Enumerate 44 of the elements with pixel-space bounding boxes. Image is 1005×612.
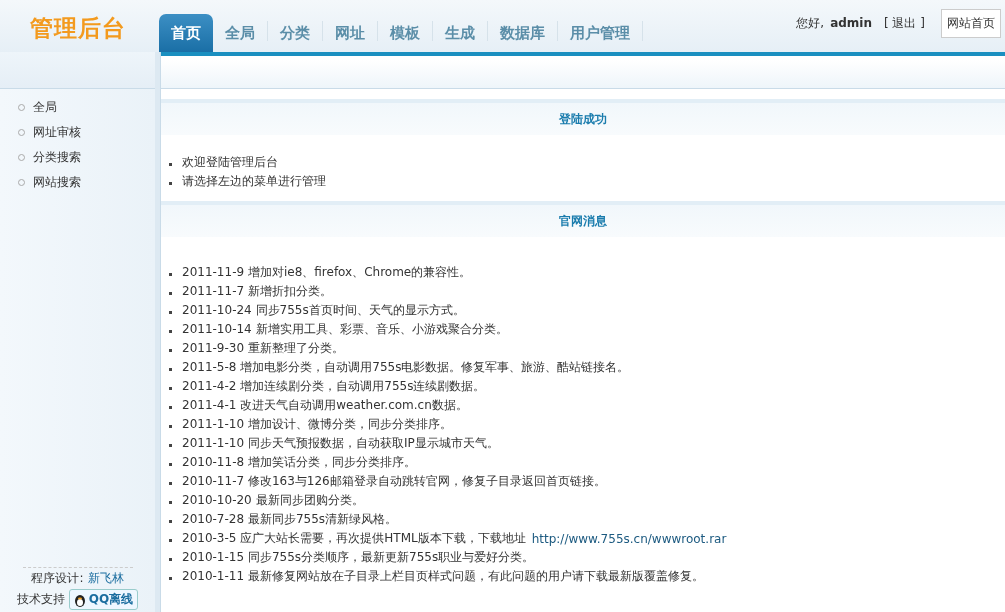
- news-item: 2011-4-1 改进天气自动调用weather.com.cn数据。: [182, 397, 468, 414]
- news-item: 2011-10-14 新增实用工具、彩票、音乐、小游戏聚合分类。: [182, 321, 508, 338]
- download-link[interactable]: http://www.755s.cn/wwwroot.rar: [531, 531, 727, 546]
- nav-tab[interactable]: 全局: [213, 14, 267, 52]
- section-title: 官网消息: [559, 212, 607, 230]
- section-title: 登陆成功: [559, 110, 607, 128]
- credit-link[interactable]: 新飞林: [87, 570, 124, 587]
- news-item: 欢迎登陆管理后台: [182, 154, 278, 171]
- nav-tab[interactable]: 生成: [433, 14, 487, 52]
- nav-tab[interactable]: 网址: [323, 14, 377, 52]
- news-item: 2011-11-7 新增折扣分类。: [182, 283, 332, 300]
- sidebar-item[interactable]: 网站搜索: [18, 174, 155, 190]
- news-item: 2011-4-2 增加连续剧分类，自动调用755s连续剧数据。: [182, 378, 486, 395]
- news-item: 请选择左边的菜单进行管理: [182, 173, 326, 190]
- news-item: 2011-11-9 增加对ie8、firefox、Chrome的兼容性。: [182, 264, 472, 281]
- greeting-text: 您好,: [796, 14, 825, 32]
- news-item: 2011-1-10 同步天气预报数据，自动获取IP显示城市天气。: [182, 435, 499, 452]
- news-item: 2010-3-5 应广大站长需要，再次提供HTML版本下载，下载地址: [182, 530, 526, 547]
- logout-link[interactable]: [ 退出 ]: [884, 14, 925, 32]
- credit-label: 程序设计:: [31, 570, 84, 587]
- news-item: 2011-1-10 增加设计、微博分类，同步分类排序。: [182, 416, 452, 433]
- penguin-icon: [73, 592, 86, 607]
- logo-title: 管理后台: [28, 13, 127, 43]
- nav-tab[interactable]: 用户管理: [558, 14, 642, 52]
- sidebar-item[interactable]: 全局: [18, 99, 155, 115]
- sidebar-item[interactable]: 分类搜索: [18, 149, 155, 165]
- news-item: 2010-7-28 最新同步755s清新绿风格。: [182, 511, 398, 528]
- user-name: admin: [830, 16, 872, 30]
- support-label: 技术支持: [16, 591, 65, 608]
- qq-status-button[interactable]: QQ离线: [68, 589, 139, 610]
- news-item: 2010-11-7 修改163与126邮箱登录自动跳转官网，修复子目录返回首页链接。: [182, 473, 606, 490]
- site-home-button[interactable]: 网站首页: [941, 8, 1001, 38]
- nav-tab[interactable]: 数据库: [488, 14, 557, 52]
- nav-tab[interactable]: 首页: [159, 14, 213, 52]
- nav-tab[interactable]: 分类: [268, 14, 322, 52]
- news-item: 2010-11-8 增加笑话分类，同步分类排序。: [182, 454, 416, 471]
- sidebar-item[interactable]: 网址审核: [18, 124, 155, 140]
- news-item: 2011-5-8 增加电影分类，自动调用755s电影数据。修复军事、旅游、酷站链接名。: [182, 359, 630, 376]
- nav-tab[interactable]: 模板: [378, 14, 432, 52]
- news-item: 2010-10-20 最新同步团购分类。: [182, 492, 364, 509]
- news-item: 2010-1-15 同步755s分类顺序，最新更新755s职业与爱好分类。: [182, 549, 535, 566]
- news-item: 2011-9-30 重新整理了分类。: [182, 340, 344, 357]
- news-item: 2010-1-11 最新修复网站放在子目录上栏目页样式问题，有此问题的用户请下载最新版覆盖修复。: [182, 568, 704, 585]
- news-item: 2011-10-24 同步755s首页时间、天气的显示方式。: [182, 302, 465, 319]
